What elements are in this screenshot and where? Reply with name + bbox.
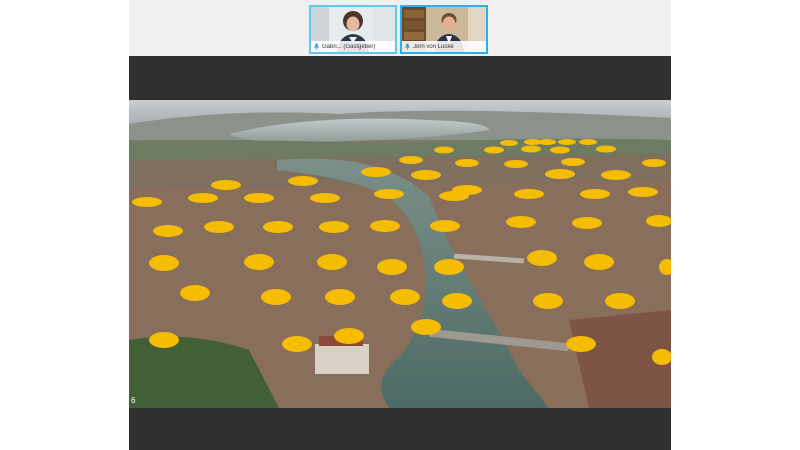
yellow-marker bbox=[514, 189, 544, 199]
yellow-marker bbox=[601, 170, 631, 180]
participant-video-tile-2[interactable]: Jörn von Lucke bbox=[400, 5, 488, 54]
participant-name-bar: Gabri... (Gastgeber) bbox=[311, 41, 395, 52]
participant-strip: Gabri... (Gastgeber) Jörn von Lucke bbox=[129, 0, 671, 56]
yellow-marker bbox=[572, 217, 602, 229]
yellow-marker bbox=[533, 293, 563, 309]
yellow-marker bbox=[506, 216, 536, 228]
yellow-marker bbox=[288, 176, 318, 186]
yellow-marker bbox=[390, 289, 420, 305]
yellow-marker bbox=[204, 221, 234, 233]
yellow-marker bbox=[504, 160, 528, 168]
participant-name: Gabri... (Gastgeber) bbox=[322, 43, 376, 50]
yellow-marker bbox=[442, 293, 472, 309]
yellow-marker bbox=[584, 254, 614, 270]
yellow-marker bbox=[430, 220, 460, 232]
yellow-marker bbox=[377, 259, 407, 275]
yellow-marker bbox=[527, 250, 557, 266]
yellow-marker bbox=[579, 139, 597, 145]
yellow-marker bbox=[642, 159, 666, 167]
yellow-marker bbox=[310, 193, 340, 203]
yellow-marker bbox=[580, 189, 610, 199]
slide-page-number: 6 bbox=[131, 396, 136, 405]
yellow-marker bbox=[550, 146, 570, 154]
shared-screen-bottom-margin bbox=[129, 408, 671, 450]
yellow-marker bbox=[538, 139, 556, 145]
yellow-marker bbox=[370, 220, 400, 232]
yellow-marker bbox=[261, 289, 291, 305]
yellow-marker bbox=[244, 254, 274, 270]
yellow-marker bbox=[434, 146, 454, 154]
mic-icon bbox=[313, 43, 320, 50]
participant-name: Jörn von Lucke bbox=[413, 43, 454, 50]
yellow-marker bbox=[334, 328, 364, 344]
yellow-marker bbox=[132, 197, 162, 207]
yellow-marker bbox=[628, 187, 658, 197]
yellow-marker bbox=[399, 156, 423, 164]
yellow-marker bbox=[211, 180, 241, 190]
yellow-marker bbox=[545, 169, 575, 179]
yellow-marker bbox=[452, 185, 482, 195]
yellow-marker bbox=[180, 285, 210, 301]
yellow-marker bbox=[244, 193, 274, 203]
yellow-marker bbox=[282, 336, 312, 352]
yellow-marker bbox=[153, 225, 183, 237]
participant-name-bar: Jörn von Lucke bbox=[402, 41, 486, 52]
yellow-marker bbox=[325, 289, 355, 305]
shared-screen-slide: 6 bbox=[129, 100, 671, 408]
meeting-window: Gabri... (Gastgeber) Jörn von Lucke 6 bbox=[129, 0, 671, 450]
yellow-marker bbox=[188, 193, 218, 203]
yellow-marker bbox=[500, 140, 518, 146]
aerial-city-photo bbox=[129, 100, 671, 408]
yellow-marker bbox=[455, 159, 479, 167]
shared-screen-top-margin bbox=[129, 56, 671, 100]
yellow-marker bbox=[561, 158, 585, 166]
yellow-marker bbox=[434, 259, 464, 275]
yellow-marker bbox=[411, 319, 441, 335]
yellow-marker bbox=[149, 255, 179, 271]
yellow-marker bbox=[646, 215, 671, 227]
mic-icon bbox=[404, 43, 411, 50]
yellow-marker bbox=[361, 167, 391, 177]
yellow-marker bbox=[149, 332, 179, 348]
yellow-marker bbox=[596, 145, 616, 153]
yellow-marker bbox=[263, 221, 293, 233]
participant-video-tile-1[interactable]: Gabri... (Gastgeber) bbox=[309, 5, 397, 54]
yellow-marker bbox=[317, 254, 347, 270]
yellow-marker bbox=[566, 336, 596, 352]
yellow-marker bbox=[521, 145, 541, 153]
yellow-marker bbox=[558, 139, 576, 145]
yellow-marker bbox=[319, 221, 349, 233]
yellow-marker bbox=[374, 189, 404, 199]
yellow-marker bbox=[411, 170, 441, 180]
yellow-marker bbox=[605, 293, 635, 309]
yellow-marker bbox=[484, 146, 504, 154]
